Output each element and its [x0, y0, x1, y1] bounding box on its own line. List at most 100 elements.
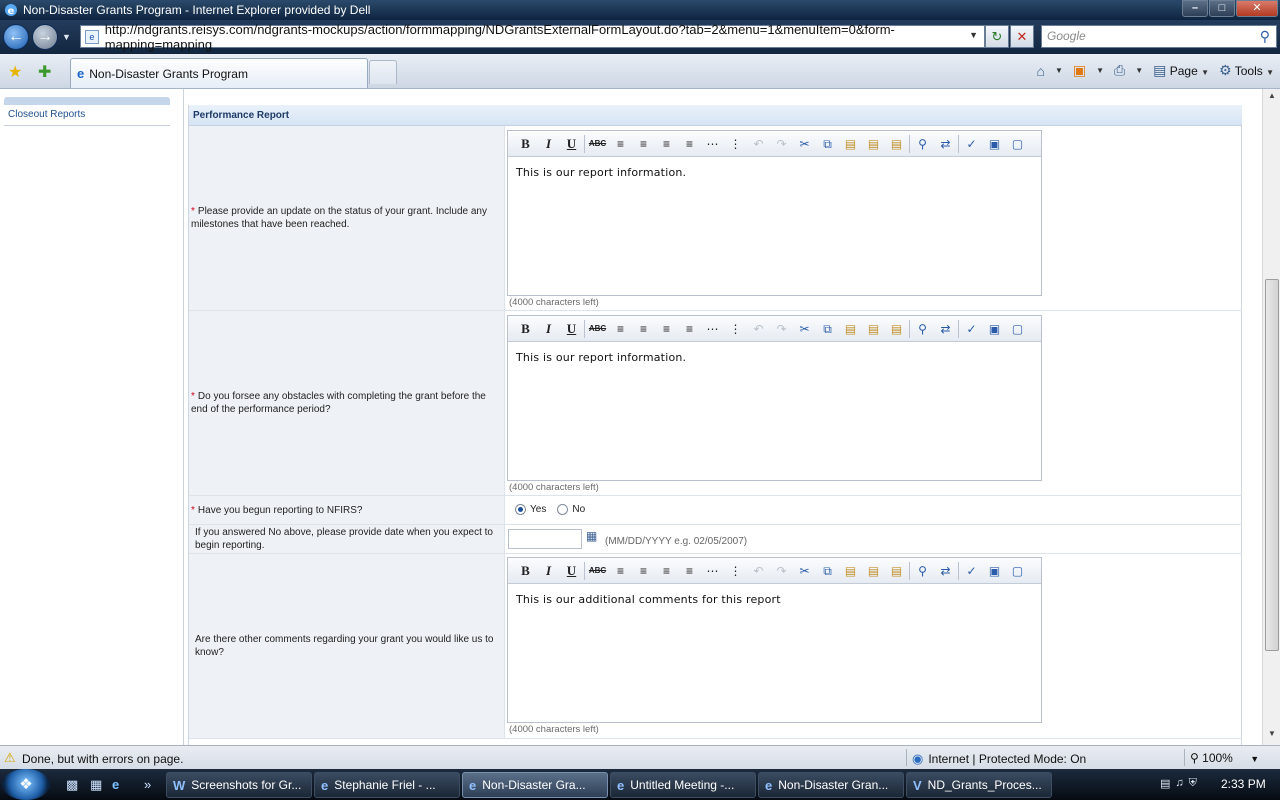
cut-icon[interactable]: ✂	[793, 319, 816, 339]
close-window-button[interactable]: ✕	[1236, 0, 1278, 17]
taskbar-button-screenshots[interactable]: W Screenshots for Gr...	[166, 772, 312, 798]
address-bar[interactable]: e http://ndgrants.reisys.com/ndgrants-mo…	[80, 22, 985, 52]
page-menu-button[interactable]: ▤ Page ▼	[1153, 62, 1209, 79]
bullet-list-icon[interactable]: ⋯	[701, 134, 724, 154]
align-left-icon[interactable]: ≡	[609, 319, 632, 339]
tray-network-icon[interactable]: ▤	[1160, 777, 1170, 790]
paste-word-icon[interactable]: ▤	[885, 561, 908, 581]
reporting-date-input[interactable]	[508, 529, 582, 549]
forward-button[interactable]: →	[32, 24, 58, 50]
url-text[interactable]: http://ndgrants.reisys.com/ndgrants-mock…	[105, 22, 984, 52]
italic-button[interactable]: I	[537, 319, 560, 339]
bullet-list-icon[interactable]: ⋯	[701, 319, 724, 339]
maximize-editor-icon[interactable]: ▢	[1006, 561, 1029, 581]
tray-shield-icon[interactable]: ⛨	[1189, 777, 1197, 790]
radio-yes[interactable]: Yes	[515, 504, 546, 515]
align-center-icon[interactable]: ≡	[632, 561, 655, 581]
italic-button[interactable]: I	[537, 561, 560, 581]
source-icon[interactable]: ▣	[983, 561, 1006, 581]
editor-content[interactable]: This is our additional comments for this…	[508, 584, 1041, 615]
paste-icon[interactable]: ▤	[839, 561, 862, 581]
start-button[interactable]: ❖	[2, 769, 50, 800]
underline-button[interactable]: U	[560, 134, 583, 154]
find-icon[interactable]: ⚲	[911, 134, 934, 154]
strikethrough-button[interactable]: ABC	[586, 561, 609, 581]
editor-content[interactable]: This is our report information.	[508, 342, 1041, 373]
find-icon[interactable]: ⚲	[911, 561, 934, 581]
add-favorites-icon[interactable]: ✚	[38, 62, 51, 82]
copy-icon[interactable]: ⧉	[816, 319, 839, 339]
redo-icon[interactable]: ↷	[770, 319, 793, 339]
maximize-button[interactable]: □	[1209, 0, 1235, 17]
tab-non-disaster-grants[interactable]: e Non-Disaster Grants Program	[70, 58, 368, 88]
home-icon[interactable]: ⌂	[1036, 63, 1044, 79]
paste-text-icon[interactable]: ▤	[862, 319, 885, 339]
show-desktop-icon[interactable]: ▩	[66, 777, 78, 793]
search-input[interactable]: Google ⚲	[1041, 25, 1277, 48]
address-dropdown-icon[interactable]: ▼	[969, 30, 978, 40]
copy-icon[interactable]: ⧉	[816, 134, 839, 154]
taskbar-button-untitled-meeting[interactable]: e Untitled Meeting -...	[610, 772, 756, 798]
underline-button[interactable]: U	[560, 561, 583, 581]
search-icon[interactable]: ⚲	[1260, 26, 1270, 47]
tools-menu-button[interactable]: ⚙ Tools ▼	[1219, 62, 1274, 79]
align-right-icon[interactable]: ≡	[655, 561, 678, 581]
numbered-list-icon[interactable]: ⋮	[724, 134, 747, 154]
cut-icon[interactable]: ✂	[793, 134, 816, 154]
redo-icon[interactable]: ↷	[770, 561, 793, 581]
maximize-editor-icon[interactable]: ▢	[1006, 134, 1029, 154]
align-right-icon[interactable]: ≡	[655, 134, 678, 154]
spellcheck-icon[interactable]: ✓	[960, 134, 983, 154]
strikethrough-button[interactable]: ABC	[586, 319, 609, 339]
scroll-down-icon[interactable]: ▼	[1265, 729, 1279, 743]
sidebar-item-closeout-reports[interactable]: Closeout Reports	[4, 106, 170, 126]
bold-button[interactable]: B	[514, 134, 537, 154]
back-button[interactable]: ←	[3, 24, 29, 50]
paste-text-icon[interactable]: ▤	[862, 134, 885, 154]
rich-text-editor[interactable]: B I U ABC ≡ ≡ ≡ ≡ ⋯ ⋮ ↶ ↷ ✂ ⧉ ▤ ▤ ▤ ⚲ ⇄ …	[507, 557, 1042, 723]
rich-text-editor[interactable]: B I U ABC ≡ ≡ ≡ ≡ ⋯ ⋮ ↶ ↷ ✂ ⧉ ▤ ▤ ▤ ⚲ ⇄ …	[507, 315, 1042, 481]
taskbar-button-non-disaster-2[interactable]: e Non-Disaster Gran...	[758, 772, 904, 798]
undo-icon[interactable]: ↶	[747, 134, 770, 154]
bold-button[interactable]: B	[514, 319, 537, 339]
new-tab-button[interactable]	[369, 60, 397, 84]
justify-icon[interactable]: ≡	[678, 561, 701, 581]
replace-icon[interactable]: ⇄	[934, 561, 957, 581]
source-icon[interactable]: ▣	[983, 319, 1006, 339]
spellcheck-icon[interactable]: ✓	[960, 319, 983, 339]
align-right-icon[interactable]: ≡	[655, 319, 678, 339]
align-left-icon[interactable]: ≡	[609, 134, 632, 154]
security-zone[interactable]: ◉ Internet | Protected Mode: On	[912, 751, 1086, 767]
radio-no[interactable]: No	[557, 504, 585, 515]
stop-button[interactable]: ✕	[1010, 25, 1034, 48]
strikethrough-button[interactable]: ABC	[586, 134, 609, 154]
maximize-editor-icon[interactable]: ▢	[1006, 319, 1029, 339]
justify-icon[interactable]: ≡	[678, 319, 701, 339]
italic-button[interactable]: I	[537, 134, 560, 154]
tray-volume-icon[interactable]: ♫	[1175, 777, 1183, 790]
refresh-button[interactable]: ↻	[985, 25, 1009, 48]
source-icon[interactable]: ▣	[983, 134, 1006, 154]
spellcheck-icon[interactable]: ✓	[960, 561, 983, 581]
undo-icon[interactable]: ↶	[747, 561, 770, 581]
replace-icon[interactable]: ⇄	[934, 319, 957, 339]
align-center-icon[interactable]: ≡	[632, 319, 655, 339]
quicklaunch-more-icon[interactable]: »	[144, 777, 151, 792]
align-center-icon[interactable]: ≡	[632, 134, 655, 154]
radio-no-indicator[interactable]	[557, 504, 569, 515]
warning-icon[interactable]: ⚠	[4, 750, 16, 766]
numbered-list-icon[interactable]: ⋮	[724, 561, 747, 581]
paste-word-icon[interactable]: ▤	[885, 134, 908, 154]
feeds-dropdown-icon[interactable]: ▼	[1096, 66, 1104, 75]
bold-button[interactable]: B	[514, 561, 537, 581]
replace-icon[interactable]: ⇄	[934, 134, 957, 154]
find-icon[interactable]: ⚲	[911, 319, 934, 339]
justify-icon[interactable]: ≡	[678, 134, 701, 154]
paste-text-icon[interactable]: ▤	[862, 561, 885, 581]
print-icon[interactable]: ⎙	[1114, 62, 1125, 79]
print-dropdown-icon[interactable]: ▼	[1135, 66, 1143, 75]
redo-icon[interactable]: ↷	[770, 134, 793, 154]
scrollbar-thumb[interactable]	[1265, 279, 1279, 651]
ie-quicklaunch-icon[interactable]: e	[112, 777, 119, 792]
switch-windows-icon[interactable]: ▦	[90, 777, 102, 793]
